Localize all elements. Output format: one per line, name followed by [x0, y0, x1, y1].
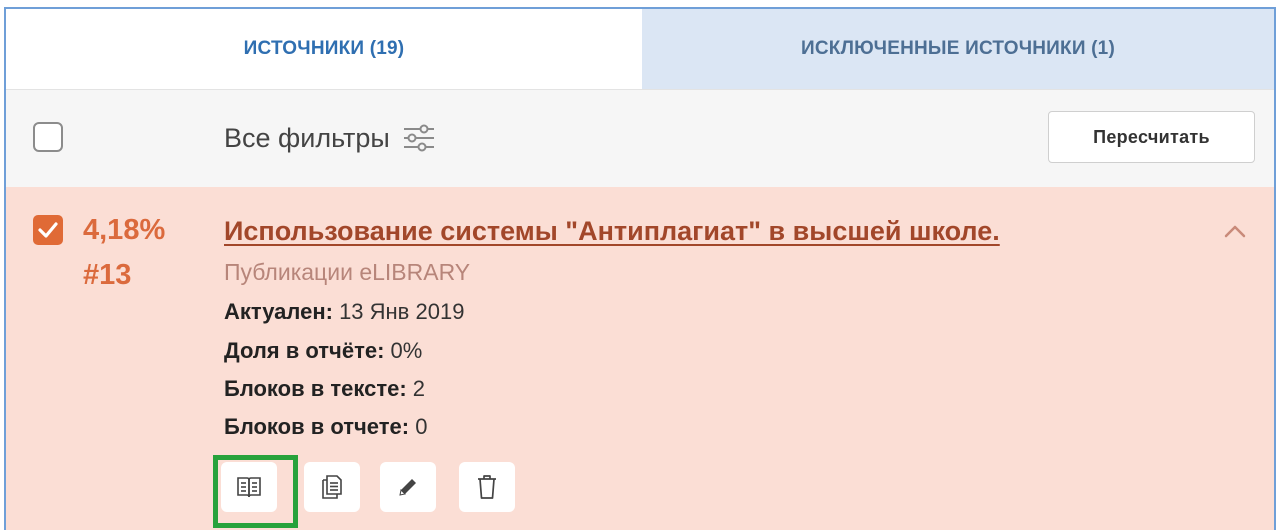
tab-sources[interactable]: Источники (19)	[6, 9, 642, 89]
source-percent: 4,18%	[83, 214, 166, 246]
select-all-checkbox[interactable]	[33, 122, 63, 152]
copy-source-button[interactable]	[304, 462, 360, 512]
meta-share: Доля в отчёте: 0%	[224, 338, 422, 364]
meta-blocks-report: Блоков в отчете: 0	[224, 414, 427, 440]
edit-source-button[interactable]	[380, 462, 436, 512]
meta-blocks-report-value: 0	[415, 414, 428, 439]
checkmark-icon	[38, 222, 58, 238]
delete-source-button[interactable]	[459, 462, 515, 512]
pencil-icon	[399, 479, 416, 496]
meta-blocks-text-value: 2	[412, 376, 426, 401]
sources-panel: Источники (19) Исключенные источники (1)…	[4, 7, 1276, 530]
open-book-icon	[237, 477, 261, 498]
meta-share-label: Доля в отчёте:	[224, 338, 385, 363]
meta-blocks-text: Блоков в тексте: 2	[224, 376, 425, 402]
chevron-up-icon[interactable]	[1220, 219, 1250, 245]
meta-actual-value: 13 Янв 2019	[339, 299, 465, 324]
trash-icon	[478, 475, 496, 499]
filters-label: Все фильтры	[224, 122, 390, 153]
meta-blocks-report-label: Блоков в отчете:	[224, 414, 410, 439]
source-checkbox[interactable]	[33, 215, 63, 245]
tab-bar: Источники (19) Исключенные источники (1)	[6, 9, 1274, 89]
meta-actual-label: Актуален:	[224, 299, 333, 324]
recalculate-button[interactable]: Пересчитать	[1048, 111, 1255, 163]
all-filters-button[interactable]: Все фильтры	[224, 121, 436, 155]
source-title-link[interactable]: Использование системы "Антиплагиат" в вы…	[224, 216, 1000, 247]
copy-document-icon	[322, 475, 342, 499]
tab-excluded-sources[interactable]: Исключенные источники (1)	[642, 9, 1274, 89]
meta-share-value: 0%	[390, 338, 423, 363]
source-collection: Публикации eLIBRARY	[224, 259, 471, 285]
filter-sliders-icon	[403, 124, 434, 152]
meta-blocks-text-label: Блоков в тексте:	[224, 376, 407, 401]
open-source-button[interactable]	[221, 462, 277, 512]
meta-actual: Актуален: 13 Янв 2019	[224, 299, 464, 325]
source-rank: #13	[83, 259, 132, 291]
